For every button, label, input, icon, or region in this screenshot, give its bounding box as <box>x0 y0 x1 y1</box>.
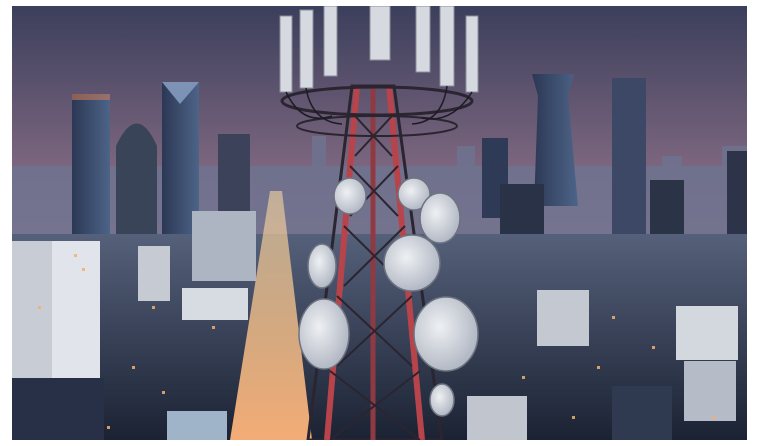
photo <box>12 6 747 440</box>
telecom-tower-cityscape-image <box>12 6 747 440</box>
